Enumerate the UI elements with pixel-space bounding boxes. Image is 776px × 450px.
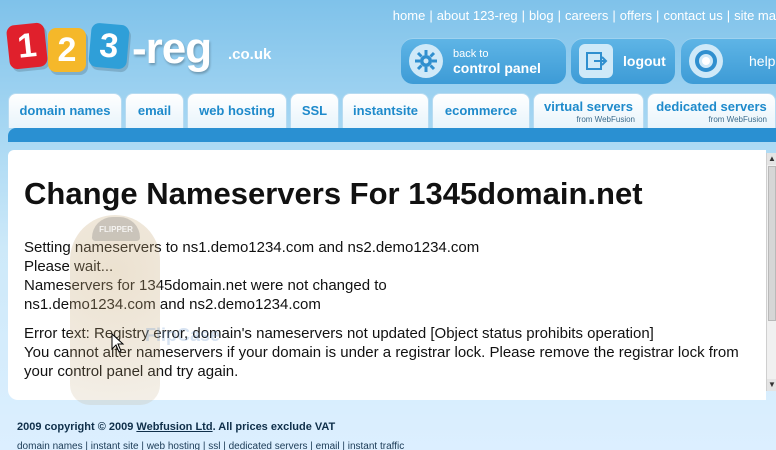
top-link-contact[interactable]: contact us bbox=[663, 8, 722, 23]
separator: | bbox=[521, 8, 526, 23]
logo-word: -reg bbox=[132, 24, 212, 73]
tab-label: domain names bbox=[19, 103, 111, 118]
help-label: help bbox=[749, 53, 776, 69]
mouse-cursor-icon bbox=[111, 333, 125, 353]
top-links: home | about 123-reg | blog | careers | offers | c… bbox=[393, 8, 776, 23]
separator: | bbox=[726, 8, 731, 23]
logout-label: logout bbox=[623, 53, 666, 69]
vertical-scrollbar[interactable]: ▲ ▼ bbox=[766, 153, 776, 391]
tab-sublabel: from WebFusion bbox=[576, 115, 635, 124]
vat-note: . All prices exclude VAT bbox=[212, 421, 336, 433]
scroll-down-arrow-icon[interactable]: ▼ bbox=[767, 379, 776, 391]
tab-email[interactable]: email bbox=[125, 93, 184, 128]
webfusion-link[interactable]: Webfusion Ltd bbox=[136, 421, 212, 433]
tab-label: dedicated servers bbox=[656, 99, 767, 114]
logo-digit-1: 1 bbox=[5, 22, 49, 70]
separator: | bbox=[429, 8, 433, 23]
tab-instantsite[interactable]: instantsite bbox=[342, 93, 429, 128]
footer-copyright: 2009 copyright © 2009 Webfusion Ltd. All… bbox=[17, 421, 335, 433]
tab-label: virtual servers bbox=[544, 99, 633, 114]
help-icon bbox=[689, 44, 723, 78]
nav-band bbox=[8, 128, 776, 142]
top-link-offers[interactable]: offers bbox=[620, 8, 652, 23]
separator: | bbox=[656, 8, 660, 23]
tab-label: email bbox=[137, 103, 172, 118]
tab-label: instantsite bbox=[352, 103, 418, 118]
help-button[interactable]: help bbox=[681, 38, 776, 84]
tab-label: web hosting bbox=[199, 103, 275, 118]
tab-web-hosting[interactable]: web hosting bbox=[187, 93, 287, 128]
status-line: Setting nameservers to ns1.demo1234.com … bbox=[24, 239, 480, 256]
footer-links[interactable]: domain names | instant site | web hostin… bbox=[17, 441, 404, 450]
error-line: Error text: Registry error, domain's nam… bbox=[24, 325, 654, 342]
logo-tld: .co.uk bbox=[228, 46, 272, 63]
gear-icon bbox=[409, 44, 443, 78]
top-link-blog[interactable]: blog bbox=[529, 8, 554, 23]
separator: | bbox=[612, 8, 616, 23]
top-link-careers[interactable]: careers bbox=[565, 8, 608, 23]
control-panel-label: control panel bbox=[453, 60, 541, 76]
separator: | bbox=[557, 8, 562, 23]
content-panel: Change Nameservers For 1345domain.net Se… bbox=[8, 150, 766, 400]
status-line: Please wait... bbox=[24, 258, 114, 275]
copyright-text: 2009 copyright © 2009 bbox=[17, 421, 134, 433]
error-line: You cannot alter nameservers if your dom… bbox=[24, 344, 739, 361]
logo-digit-2: 2 bbox=[48, 28, 86, 72]
logo-123-reg[interactable]: 1 2 3 -reg .co.uk bbox=[5, 18, 273, 74]
control-panel-small: back to bbox=[453, 48, 489, 60]
tab-label: ecommerce bbox=[444, 103, 518, 118]
scroll-up-arrow-icon[interactable]: ▲ bbox=[767, 153, 776, 165]
tab-virtual-servers[interactable]: virtual servers from WebFusion bbox=[533, 93, 644, 128]
content-body: Change Nameservers For 1345domain.net Se… bbox=[16, 150, 761, 381]
page-title: Change Nameservers For 1345domain.net bbox=[24, 176, 643, 211]
tab-domain-names[interactable]: domain names bbox=[8, 93, 122, 128]
top-link-home[interactable]: home bbox=[393, 8, 426, 23]
tab-dedicated-servers[interactable]: dedicated servers from WebFusion bbox=[647, 93, 776, 128]
top-link-sitemap[interactable]: site ma bbox=[734, 8, 776, 23]
logout-icon bbox=[579, 44, 613, 78]
scrollbar-thumb[interactable] bbox=[768, 166, 776, 321]
tab-ssl[interactable]: SSL bbox=[290, 93, 339, 128]
logo-digit-3: 3 bbox=[88, 22, 130, 70]
status-line: Nameservers for 1345domain.net were not … bbox=[24, 277, 387, 294]
status-message: Setting nameservers to ns1.demo1234.com … bbox=[24, 238, 761, 314]
status-line: ns1.demo1234.com and ns2.demo1234.com bbox=[24, 296, 321, 313]
logout-button[interactable]: logout bbox=[571, 38, 675, 84]
error-message: Error text: Registry error, domain's nam… bbox=[24, 324, 761, 381]
tab-label: SSL bbox=[301, 103, 328, 118]
error-line: your control panel and try again. bbox=[24, 363, 239, 380]
control-panel-button[interactable]: back to control panel bbox=[401, 38, 566, 84]
top-link-about[interactable]: about 123-reg bbox=[437, 8, 518, 23]
tab-ecommerce[interactable]: ecommerce bbox=[432, 93, 530, 128]
tab-sublabel: from WebFusion bbox=[708, 115, 767, 124]
